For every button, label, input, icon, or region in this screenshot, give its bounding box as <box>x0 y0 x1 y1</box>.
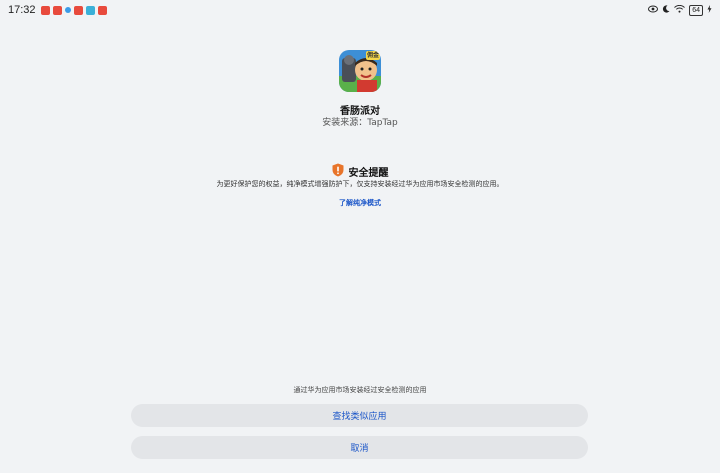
find-similar-apps-button[interactable]: 查找类似应用 <box>131 404 588 427</box>
eye-icon <box>648 5 659 16</box>
learn-pure-mode-link[interactable]: 了解纯净模式 <box>0 198 720 208</box>
notification-icon <box>85 5 95 15</box>
notification-icon <box>52 5 62 15</box>
app-icon-badge: 佣金 <box>366 52 379 59</box>
status-time: 17:32 <box>8 4 36 16</box>
app-source: 安装来源：TapTap <box>322 118 398 128</box>
notification-icon <box>40 5 50 15</box>
notification-icon <box>73 5 83 15</box>
moon-icon <box>662 4 670 16</box>
notification-icon <box>97 5 107 15</box>
status-bar-left: 17:32 <box>8 4 107 16</box>
battery-icon: 64 <box>689 4 703 16</box>
wifi-icon <box>674 4 686 16</box>
warning-description: 为更好保护您的权益，纯净模式增强防护下，仅支持安装经过华为应用市场安全检测的应用… <box>216 180 504 188</box>
cancel-button[interactable]: 取消 <box>131 436 588 459</box>
charging-icon <box>707 4 712 16</box>
notification-icon <box>64 7 71 13</box>
status-bar: 17:32 64 <box>0 0 720 20</box>
bottom-note: 通过华为应用市场安装经过安全检测的应用 <box>293 386 427 394</box>
app-icon: 佣金 <box>339 50 381 92</box>
warning-title: 安全提醒 <box>348 168 389 179</box>
status-bar-right: 64 <box>648 4 712 16</box>
